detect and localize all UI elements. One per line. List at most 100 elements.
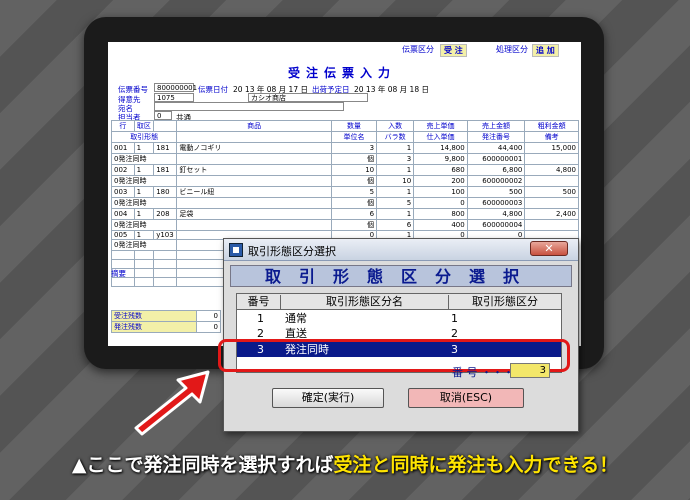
table-cell[interactable]: 6 xyxy=(330,208,378,220)
table-cell[interactable]: 600000001 xyxy=(466,153,526,165)
table-cell[interactable]: 400 xyxy=(413,219,468,231)
table-cell[interactable]: 004 xyxy=(111,208,135,220)
table-cell[interactable]: 5 xyxy=(330,186,378,198)
table-cell[interactable]: 10 xyxy=(376,175,415,187)
tokuisaki-code-input[interactable]: 1075 xyxy=(154,93,194,102)
table-cell[interactable] xyxy=(133,259,155,269)
table-row[interactable]: 004 1 208 足袋 6 1 800 4,800 2,400 xyxy=(111,208,579,220)
table-cell[interactable] xyxy=(153,259,178,269)
table-cell[interactable]: 1 xyxy=(376,186,415,198)
shori-kubun-value[interactable]: 追 加 xyxy=(532,44,559,57)
table-cell[interactable]: 足袋 xyxy=(176,208,332,220)
table-row[interactable]: 0発注同時 個 6 400 600000004 xyxy=(110,219,579,231)
table-cell[interactable]: 100 xyxy=(413,186,468,198)
table-row[interactable]: 0発注同時 個 5 0 600000003 xyxy=(110,197,579,209)
table-cell[interactable]: 個 xyxy=(330,175,378,187)
table-cell[interactable]: 3 xyxy=(376,153,415,165)
table-cell[interactable]: 9,800 xyxy=(413,153,468,165)
table-cell[interactable]: 1 xyxy=(133,230,155,240)
denpyo-kubun-value[interactable]: 受 注 xyxy=(440,44,467,57)
table-cell[interactable]: 10 xyxy=(330,164,378,176)
table-cell[interactable] xyxy=(111,250,135,260)
table-cell[interactable]: ビニール紐 xyxy=(176,186,332,198)
col-header: 入数 xyxy=(376,120,415,132)
table-cell[interactable]: 44,400 xyxy=(466,142,526,154)
table-cell[interactable]: 1 xyxy=(133,164,155,176)
table-cell[interactable]: 800 xyxy=(413,208,468,220)
table-cell[interactable]: 181 xyxy=(153,142,178,154)
denpyo-no-input[interactable]: 800000001 xyxy=(154,83,197,92)
table-cell[interactable]: 003 xyxy=(111,186,135,198)
table-cell[interactable]: 1 xyxy=(133,186,155,198)
table-cell[interactable]: y103 xyxy=(153,230,178,240)
table-cell[interactable]: 600000003 xyxy=(466,197,526,209)
table-cell[interactable]: 15,000 xyxy=(524,142,579,154)
table-cell[interactable]: 0発注同時 xyxy=(110,239,178,251)
list-item[interactable]: 1 通常 1 xyxy=(237,311,561,326)
okurisaki-input[interactable] xyxy=(154,102,344,111)
table-cell[interactable] xyxy=(133,277,155,287)
close-button[interactable]: ✕ xyxy=(530,241,568,256)
table-cell[interactable]: 500 xyxy=(466,186,526,198)
table-cell[interactable]: 個 xyxy=(330,219,378,231)
table-cell[interactable] xyxy=(176,153,332,165)
table-cell[interactable]: 4,800 xyxy=(466,208,526,220)
table-cell[interactable]: 0 xyxy=(413,197,468,209)
table-cell[interactable]: 001 xyxy=(111,142,135,154)
table-row[interactable]: 0発注同時 個 10 200 600000002 xyxy=(110,175,579,187)
table-cell[interactable] xyxy=(133,250,155,260)
table-cell[interactable] xyxy=(524,153,579,165)
confirm-button[interactable]: 確定(実行) xyxy=(272,388,384,408)
table-cell[interactable]: 1 xyxy=(133,208,155,220)
table-cell[interactable]: 600000002 xyxy=(466,175,526,187)
table-cell[interactable]: 005 xyxy=(111,230,135,240)
table-cell[interactable]: 0発注同時 xyxy=(110,219,178,231)
table-cell[interactable]: 200 xyxy=(413,175,468,187)
table-cell[interactable]: 5 xyxy=(376,197,415,209)
table-cell[interactable]: 1 xyxy=(376,142,415,154)
table-cell[interactable]: 6,800 xyxy=(466,164,526,176)
table-cell[interactable]: 14,800 xyxy=(413,142,468,154)
table-cell[interactable] xyxy=(153,250,178,260)
table-row[interactable]: 002 1 181 釘セット 10 1 680 6,800 4,800 xyxy=(111,164,579,176)
table-cell[interactable]: 0発注同時 xyxy=(110,175,178,187)
table-cell[interactable]: 600000004 xyxy=(466,219,526,231)
table-cell[interactable] xyxy=(524,175,579,187)
bango-input[interactable]: 3 xyxy=(510,363,550,378)
dialog-window-title: 取引形態区分選択 xyxy=(248,245,336,258)
table-cell[interactable]: 個 xyxy=(330,153,378,165)
table-cell[interactable]: 208 xyxy=(153,208,178,220)
table-cell[interactable] xyxy=(153,277,178,287)
table-row[interactable]: 001 1 181 電動ノコギリ 3 1 14,800 44,400 15,000 xyxy=(111,142,579,154)
table-cell[interactable]: 釘セット xyxy=(176,164,332,176)
table-cell[interactable]: 4,800 xyxy=(524,164,579,176)
table-cell[interactable] xyxy=(153,268,178,278)
juchu-zan-value: 0 xyxy=(195,310,222,322)
table-cell[interactable]: 1 xyxy=(376,164,415,176)
table-row[interactable]: 003 1 180 ビニール紐 5 1 100 500 500 xyxy=(111,186,579,198)
tokuisaki-name-input[interactable]: カシオ商店 xyxy=(248,93,368,102)
table-cell[interactable]: 181 xyxy=(153,164,178,176)
table-cell[interactable]: 500 xyxy=(524,186,579,198)
table-cell[interactable]: 1 xyxy=(133,142,155,154)
table-cell[interactable] xyxy=(176,219,332,231)
table-cell[interactable]: 0発注同時 xyxy=(110,153,178,165)
table-cell[interactable]: 0発注同時 xyxy=(110,197,178,209)
tantou-code-input[interactable]: 0 xyxy=(154,111,172,120)
table-cell[interactable] xyxy=(176,175,332,187)
table-cell[interactable]: 680 xyxy=(413,164,468,176)
table-cell[interactable] xyxy=(176,197,332,209)
table-cell[interactable]: 個 xyxy=(330,197,378,209)
table-row[interactable]: 0発注同時 個 3 9,800 600000001 xyxy=(110,153,579,165)
table-cell[interactable]: 002 xyxy=(111,164,135,176)
table-cell[interactable] xyxy=(524,197,579,209)
table-cell[interactable]: 6 xyxy=(376,219,415,231)
table-cell[interactable]: 2,400 xyxy=(524,208,579,220)
cancel-button[interactable]: 取消(ESC) xyxy=(408,388,524,408)
table-cell[interactable]: 3 xyxy=(330,142,378,154)
table-cell[interactable] xyxy=(133,268,155,278)
table-cell[interactable]: 180 xyxy=(153,186,178,198)
table-cell[interactable]: 電動ノコギリ xyxy=(176,142,332,154)
table-cell[interactable] xyxy=(524,219,579,231)
table-cell[interactable]: 1 xyxy=(376,208,415,220)
